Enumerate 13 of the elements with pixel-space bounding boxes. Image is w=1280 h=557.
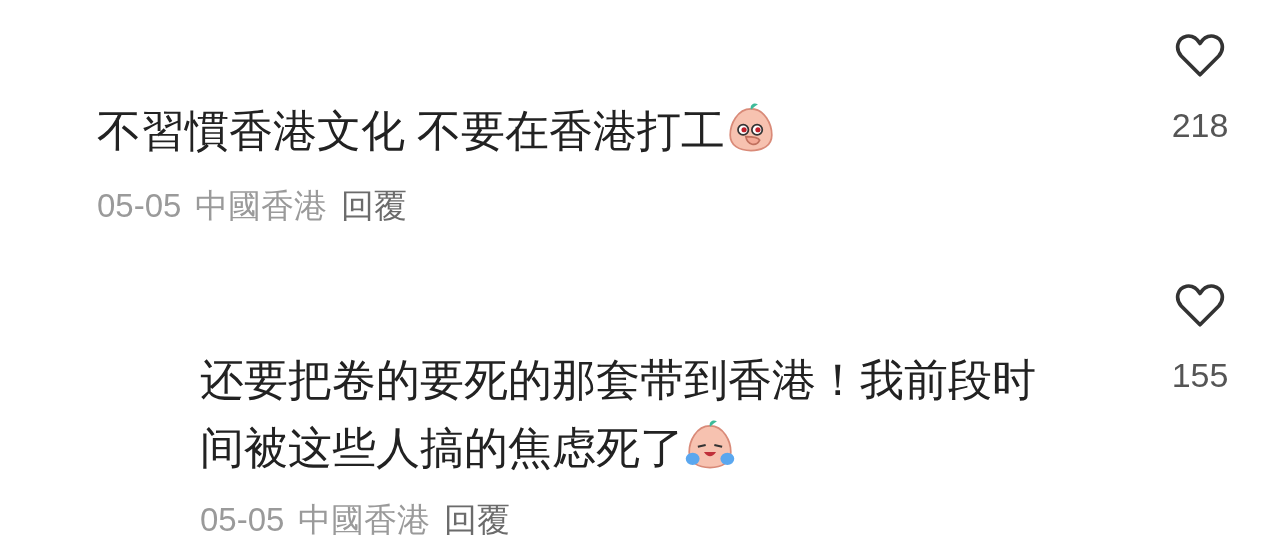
reply-link[interactable]: 回覆 (444, 495, 511, 545)
comment-date: 05-05 (200, 500, 285, 540)
reply-link[interactable]: 回覆 (341, 181, 408, 231)
comment-text: 还要把卷的要死的那套带到香港！我前段时间被这些人搞的焦虑死了 (200, 354, 1037, 474)
comment-date: 05-05 (97, 186, 182, 226)
sticker-icon (684, 419, 736, 471)
comment-text: 不習慣香港文化 不要在香港打工 (97, 102, 778, 159)
heart-icon[interactable] (1175, 283, 1225, 329)
comment-location: 中國香港 (195, 186, 328, 226)
like-count: 218 (1171, 105, 1229, 146)
heart-icon[interactable] (1175, 33, 1225, 79)
comment-location: 中國香港 (298, 500, 431, 540)
like-count: 155 (1171, 355, 1229, 396)
